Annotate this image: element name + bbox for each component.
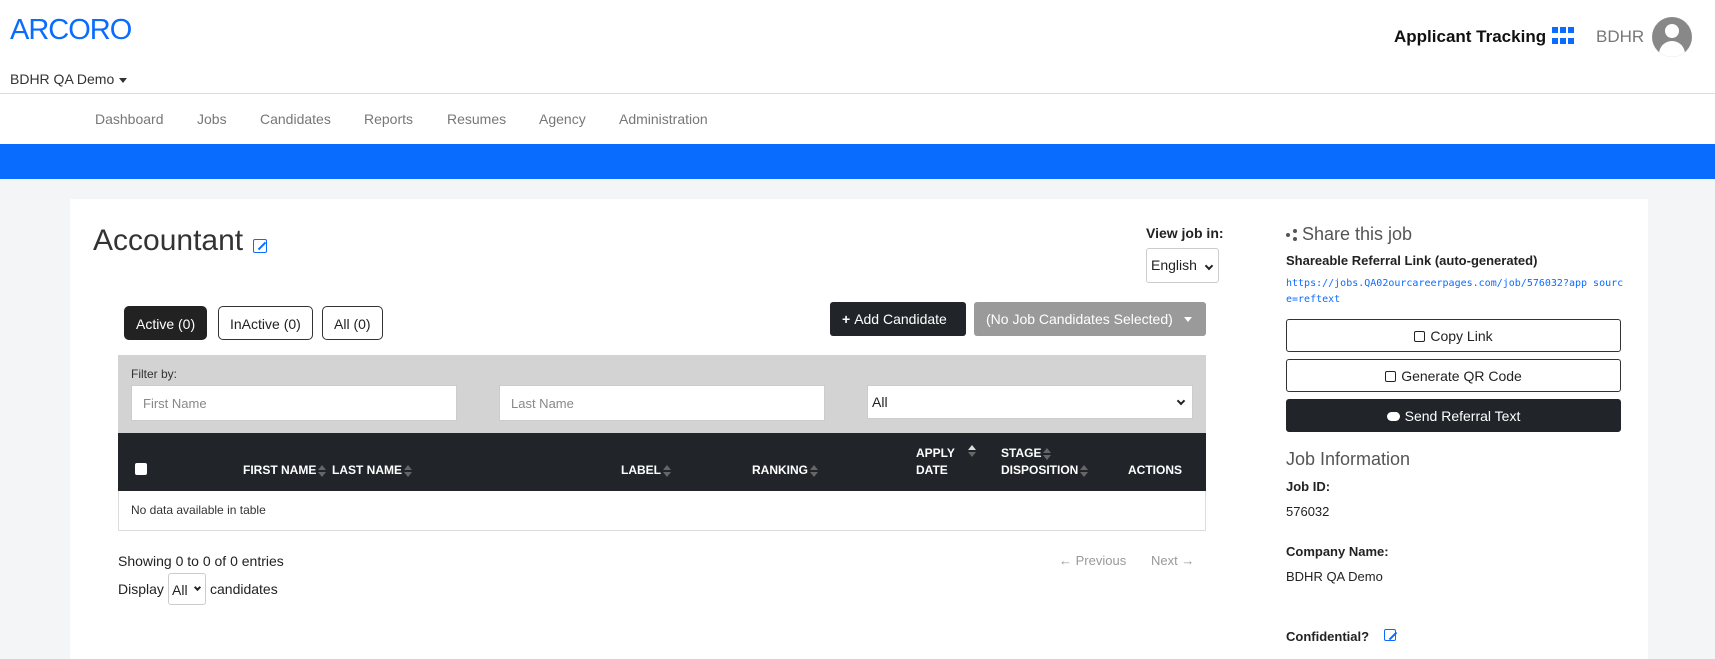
col-apply-date[interactable]: APPLY DATE — [916, 445, 955, 479]
user-name[interactable]: BDHR — [1596, 27, 1644, 47]
nav-dashboard[interactable]: Dashboard — [95, 111, 164, 127]
job-info-title: Job Information — [1286, 449, 1411, 469]
chevron-down-icon — [1176, 396, 1186, 406]
plus-icon: + — [842, 311, 851, 327]
bulk-actions-dropdown[interactable]: (No Job Candidates Selected) — [974, 302, 1206, 336]
language-value: English — [1151, 257, 1197, 273]
chat-icon — [1386, 412, 1400, 421]
send-referral-text-button[interactable]: Send Referral Text — [1286, 399, 1621, 432]
sort-asc-icon — [968, 445, 976, 473]
org-dropdown[interactable]: BDHR QA Demo — [10, 71, 128, 87]
next-page-button[interactable]: Next → — [1151, 553, 1194, 568]
app-title: Applicant Tracking — [1394, 27, 1547, 46]
nav-reports[interactable]: Reports — [364, 111, 413, 127]
share-icon — [1286, 229, 1298, 241]
nav-jobs[interactable]: Jobs — [197, 111, 227, 127]
filter-label: Filter by: — [131, 367, 178, 381]
previous-page-button[interactable]: ← Previous — [1059, 553, 1126, 568]
sort-icon — [1080, 464, 1089, 477]
generate-qr-label: Generate QR Code — [1401, 368, 1522, 384]
sort-icon — [404, 464, 412, 477]
chevron-down-icon — [193, 583, 202, 592]
col-stage-disposition[interactable]: STAGE DISPOSITION — [1001, 445, 1089, 479]
language-select[interactable]: English — [1146, 248, 1219, 283]
edit-confidential-icon[interactable] — [1384, 629, 1396, 641]
top-bar: ARCORO BDHR QA Demo Applicant Tracking B… — [0, 0, 1715, 94]
view-job-label: View job in: — [1146, 225, 1224, 241]
referral-link[interactable]: https://jobs.QA02ourcareerpages.com/job/… — [1286, 276, 1626, 308]
table-info: Showing 0 to 0 of 0 entries — [118, 553, 284, 569]
status-filter-select[interactable]: All — [867, 385, 1193, 419]
apply-date-sort[interactable] — [966, 445, 976, 473]
user-avatar-icon[interactable] — [1652, 17, 1692, 57]
edit-icon[interactable] — [253, 239, 267, 253]
sort-icon — [663, 464, 671, 477]
nav-agency[interactable]: Agency — [539, 111, 586, 127]
confidential-label: Confidential? — [1286, 629, 1370, 644]
sort-icon — [318, 464, 327, 477]
share-title: Share this job — [1302, 224, 1413, 244]
nav-resumes[interactable]: Resumes — [447, 111, 506, 127]
col-last-name[interactable]: LAST NAME — [332, 462, 412, 479]
main-nav: Dashboard Jobs Candidates Reports Resume… — [0, 94, 1715, 144]
sort-icon — [1043, 447, 1052, 460]
org-name: BDHR QA Demo — [10, 71, 115, 87]
first-name-filter[interactable]: First Name — [131, 385, 457, 421]
status-filter-value: All — [872, 394, 888, 410]
tab-all[interactable]: All (0) — [322, 306, 383, 340]
col-label[interactable]: LABEL — [621, 462, 671, 479]
col-ranking[interactable]: RANKING — [752, 462, 818, 479]
select-all-checkbox[interactable] — [135, 463, 147, 475]
arcoro-logo[interactable]: ARCORO — [10, 14, 132, 47]
app-grid-icon[interactable] — [1552, 27, 1574, 47]
last-name-filter[interactable]: Last Name — [499, 385, 825, 421]
generate-qr-button[interactable]: Generate QR Code — [1286, 359, 1621, 392]
copy-icon — [1414, 331, 1426, 342]
copy-link-label: Copy Link — [1430, 328, 1493, 344]
nav-administration[interactable]: Administration — [619, 111, 708, 127]
sort-icon — [810, 464, 818, 477]
company-name-value: BDHR QA Demo — [1286, 569, 1383, 584]
bulk-actions-label: (No Job Candidates Selected) — [986, 311, 1173, 327]
tab-active[interactable]: Active (0) — [124, 306, 208, 340]
nav-candidates[interactable]: Candidates — [260, 111, 331, 127]
company-name-label: Company Name: — [1286, 544, 1389, 559]
copy-link-button[interactable]: Copy Link — [1286, 319, 1621, 352]
chevron-down-icon — [1204, 261, 1214, 271]
display-length-value: All — [172, 582, 188, 598]
tab-inactive[interactable]: InActive (0) — [218, 306, 313, 340]
caret-down-icon — [119, 77, 128, 83]
col-first-name[interactable]: FIRST NAME — [243, 462, 327, 479]
job-id-label: Job ID: — [1286, 479, 1331, 494]
job-title: Accountant — [93, 224, 244, 257]
display-suffix: candidates — [210, 581, 278, 597]
qr-code-icon — [1385, 371, 1397, 382]
blue-banner — [0, 144, 1715, 179]
display-label: Display — [118, 581, 164, 597]
empty-table-message: No data available in table — [118, 491, 1206, 531]
send-referral-label: Send Referral Text — [1404, 408, 1521, 424]
display-length-select[interactable]: All — [168, 573, 206, 605]
referral-link-label: Shareable Referral Link (auto-generated) — [1286, 253, 1538, 268]
job-id-value: 576032 — [1286, 504, 1330, 519]
caret-down-icon — [1184, 317, 1192, 322]
add-candidate-label: Add Candidate — [854, 311, 947, 327]
add-candidate-button[interactable]: + Add Candidate — [830, 302, 966, 336]
col-actions: ACTIONS — [1128, 463, 1182, 477]
